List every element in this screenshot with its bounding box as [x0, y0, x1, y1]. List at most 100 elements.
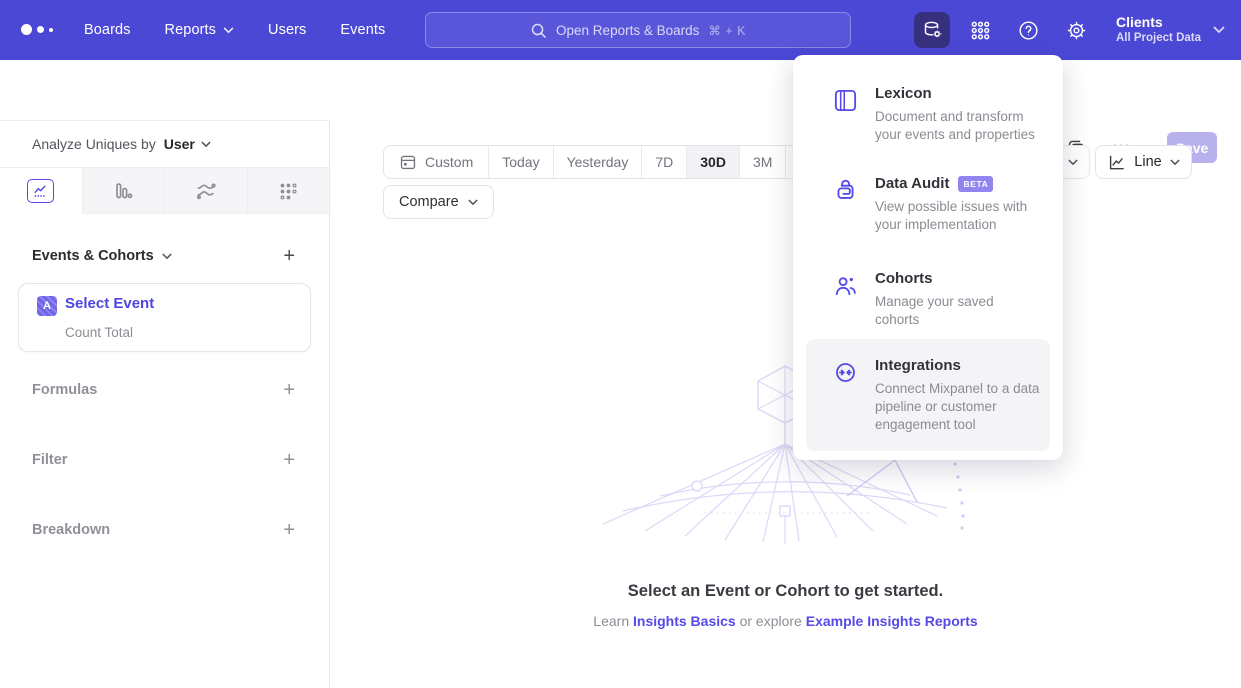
logo-dot: [49, 28, 53, 32]
empty-links-prefix: Learn: [593, 613, 633, 629]
data-audit-icon: [832, 177, 859, 209]
search-icon: [530, 22, 547, 39]
empty-state-links: Learn Insights Basics or explore Example…: [330, 613, 1241, 629]
nav-events-label: Events: [340, 22, 385, 38]
event-series-badge: A: [37, 296, 57, 316]
range-yesterday[interactable]: Yesterday: [553, 146, 642, 178]
search-label: Open Reports & Boards: [556, 23, 699, 38]
formulas-section: Formulas +: [32, 381, 295, 399]
lexicon-description: Document and transform your events and p…: [875, 108, 1041, 144]
bar-chart-icon: [112, 180, 134, 202]
gear-icon: [1065, 19, 1088, 42]
events-cohorts-label: Events & Cohorts: [32, 248, 154, 264]
tab-metrics-grid[interactable]: [247, 168, 330, 214]
analyze-value-label: User: [164, 136, 195, 152]
settings-button[interactable]: [1058, 12, 1094, 48]
lexicon-title: Lexicon: [875, 85, 932, 102]
range-30d[interactable]: 30D: [686, 146, 739, 178]
chevron-down-icon: [468, 199, 478, 206]
chevron-down-icon: [1170, 159, 1180, 166]
select-event-label[interactable]: Select Event: [65, 295, 154, 312]
chevron-down-icon: [1213, 26, 1225, 34]
chevron-down-icon: [223, 27, 234, 34]
tab-flow-chart[interactable]: [164, 168, 247, 214]
data-management-button[interactable]: [914, 12, 950, 48]
formulas-label: Formulas: [32, 382, 97, 398]
global-search[interactable]: Open Reports & Boards ⌘ + K: [425, 12, 851, 48]
navbar-right: Clients All Project Data: [914, 0, 1241, 60]
chart-type-tabs: [0, 167, 329, 214]
data-audit-title: Data Audit: [875, 175, 949, 192]
flow-icon: [195, 180, 217, 202]
search-shortcut: ⌘ + K: [708, 23, 746, 38]
compare-label: Compare: [399, 194, 459, 210]
range-30d-label: 30D: [700, 154, 726, 170]
chevron-down-icon: [201, 141, 211, 148]
chart-type-dropdown[interactable]: Line: [1095, 145, 1192, 179]
tab-bar-chart[interactable]: [82, 168, 165, 214]
range-today[interactable]: Today: [488, 146, 552, 178]
date-range-control: Custom Today Yesterday 7D 30D 3M 6M: [383, 145, 830, 179]
menu-item-data-audit[interactable]: Data Audit BETA View possible issues wit…: [793, 175, 1063, 234]
add-breakdown-button[interactable]: +: [283, 521, 295, 539]
add-formula-button[interactable]: +: [283, 381, 295, 399]
project-text: Clients All Project Data: [1116, 14, 1201, 46]
nav-reports-label: Reports: [165, 22, 216, 38]
analyze-by-dropdown[interactable]: User: [164, 136, 211, 152]
cohorts-people-icon: [832, 272, 859, 304]
help-button[interactable]: [1010, 12, 1046, 48]
nav-boards[interactable]: Boards: [84, 22, 131, 38]
database-gear-icon: [921, 19, 944, 42]
cohorts-title: Cohorts: [875, 270, 933, 287]
range-7d-label: 7D: [655, 154, 673, 170]
question-circle-icon: [1017, 19, 1040, 42]
mixpanel-insights-app: Boards Reports Users Events Open Reports…: [0, 0, 1241, 688]
analyze-row: Analyze Uniques by User: [0, 121, 329, 167]
line-chart-axis-icon: [1107, 153, 1126, 172]
nav-events[interactable]: Events: [340, 22, 385, 38]
project-scope: All Project Data: [1116, 31, 1201, 46]
event-card[interactable]: A Select Event Count Total: [18, 283, 311, 352]
integrations-title: Integrations: [875, 357, 961, 374]
nav-reports[interactable]: Reports: [165, 22, 234, 38]
chart-type-label: Line: [1134, 154, 1161, 170]
apps-grid-button[interactable]: [962, 12, 998, 48]
count-total-dropdown[interactable]: Count Total: [65, 325, 133, 340]
filter-label: Filter: [32, 452, 67, 468]
filter-section: Filter +: [32, 451, 295, 469]
add-filter-button[interactable]: +: [283, 451, 295, 469]
tab-line-chart[interactable]: [0, 168, 82, 214]
beta-badge: BETA: [958, 176, 993, 192]
line-chart-icon: [27, 179, 54, 203]
breakdown-label: Breakdown: [32, 522, 110, 538]
menu-item-lexicon[interactable]: Lexicon Document and transform your even…: [793, 85, 1063, 144]
example-reports-link[interactable]: Example Insights Reports: [806, 613, 978, 629]
chevron-down-icon: [1068, 159, 1078, 166]
integrations-description: Connect Mixpanel to a data pipeline or c…: [875, 380, 1041, 434]
logo-dot: [21, 24, 32, 35]
chevron-down-icon: [162, 253, 172, 260]
menu-item-integrations[interactable]: Integrations Connect Mixpanel to a data …: [793, 357, 1063, 434]
mixpanel-logo[interactable]: [21, 24, 53, 35]
empty-state-heading: Select an Event or Cohort to get started…: [330, 582, 1241, 601]
add-event-button[interactable]: +: [283, 247, 295, 265]
metrics-grid-icon: [277, 180, 299, 202]
primary-nav: Boards Reports Users Events: [84, 0, 385, 60]
query-builder-sidebar: Analyze Uniques by User: [0, 120, 330, 688]
insights-basics-link[interactable]: Insights Basics: [633, 613, 736, 629]
range-3m[interactable]: 3M: [739, 146, 785, 178]
logo-dot: [37, 26, 44, 33]
events-cohorts-header: Events & Cohorts +: [32, 247, 295, 265]
compare-dropdown[interactable]: Compare: [383, 185, 494, 219]
range-custom[interactable]: Custom: [384, 146, 488, 178]
nav-users[interactable]: Users: [268, 22, 306, 38]
calendar-icon: [399, 153, 417, 171]
events-cohorts-dropdown[interactable]: Events & Cohorts: [32, 248, 172, 264]
project-selector[interactable]: Clients All Project Data: [1116, 14, 1225, 46]
nav-users-label: Users: [268, 22, 306, 38]
menu-item-cohorts[interactable]: Cohorts Manage your saved cohorts: [793, 270, 1063, 329]
analyze-label: Analyze Uniques by: [32, 136, 156, 152]
range-7d[interactable]: 7D: [641, 146, 686, 178]
integrations-sync-icon: [832, 359, 859, 391]
breakdown-section: Breakdown +: [32, 521, 295, 539]
